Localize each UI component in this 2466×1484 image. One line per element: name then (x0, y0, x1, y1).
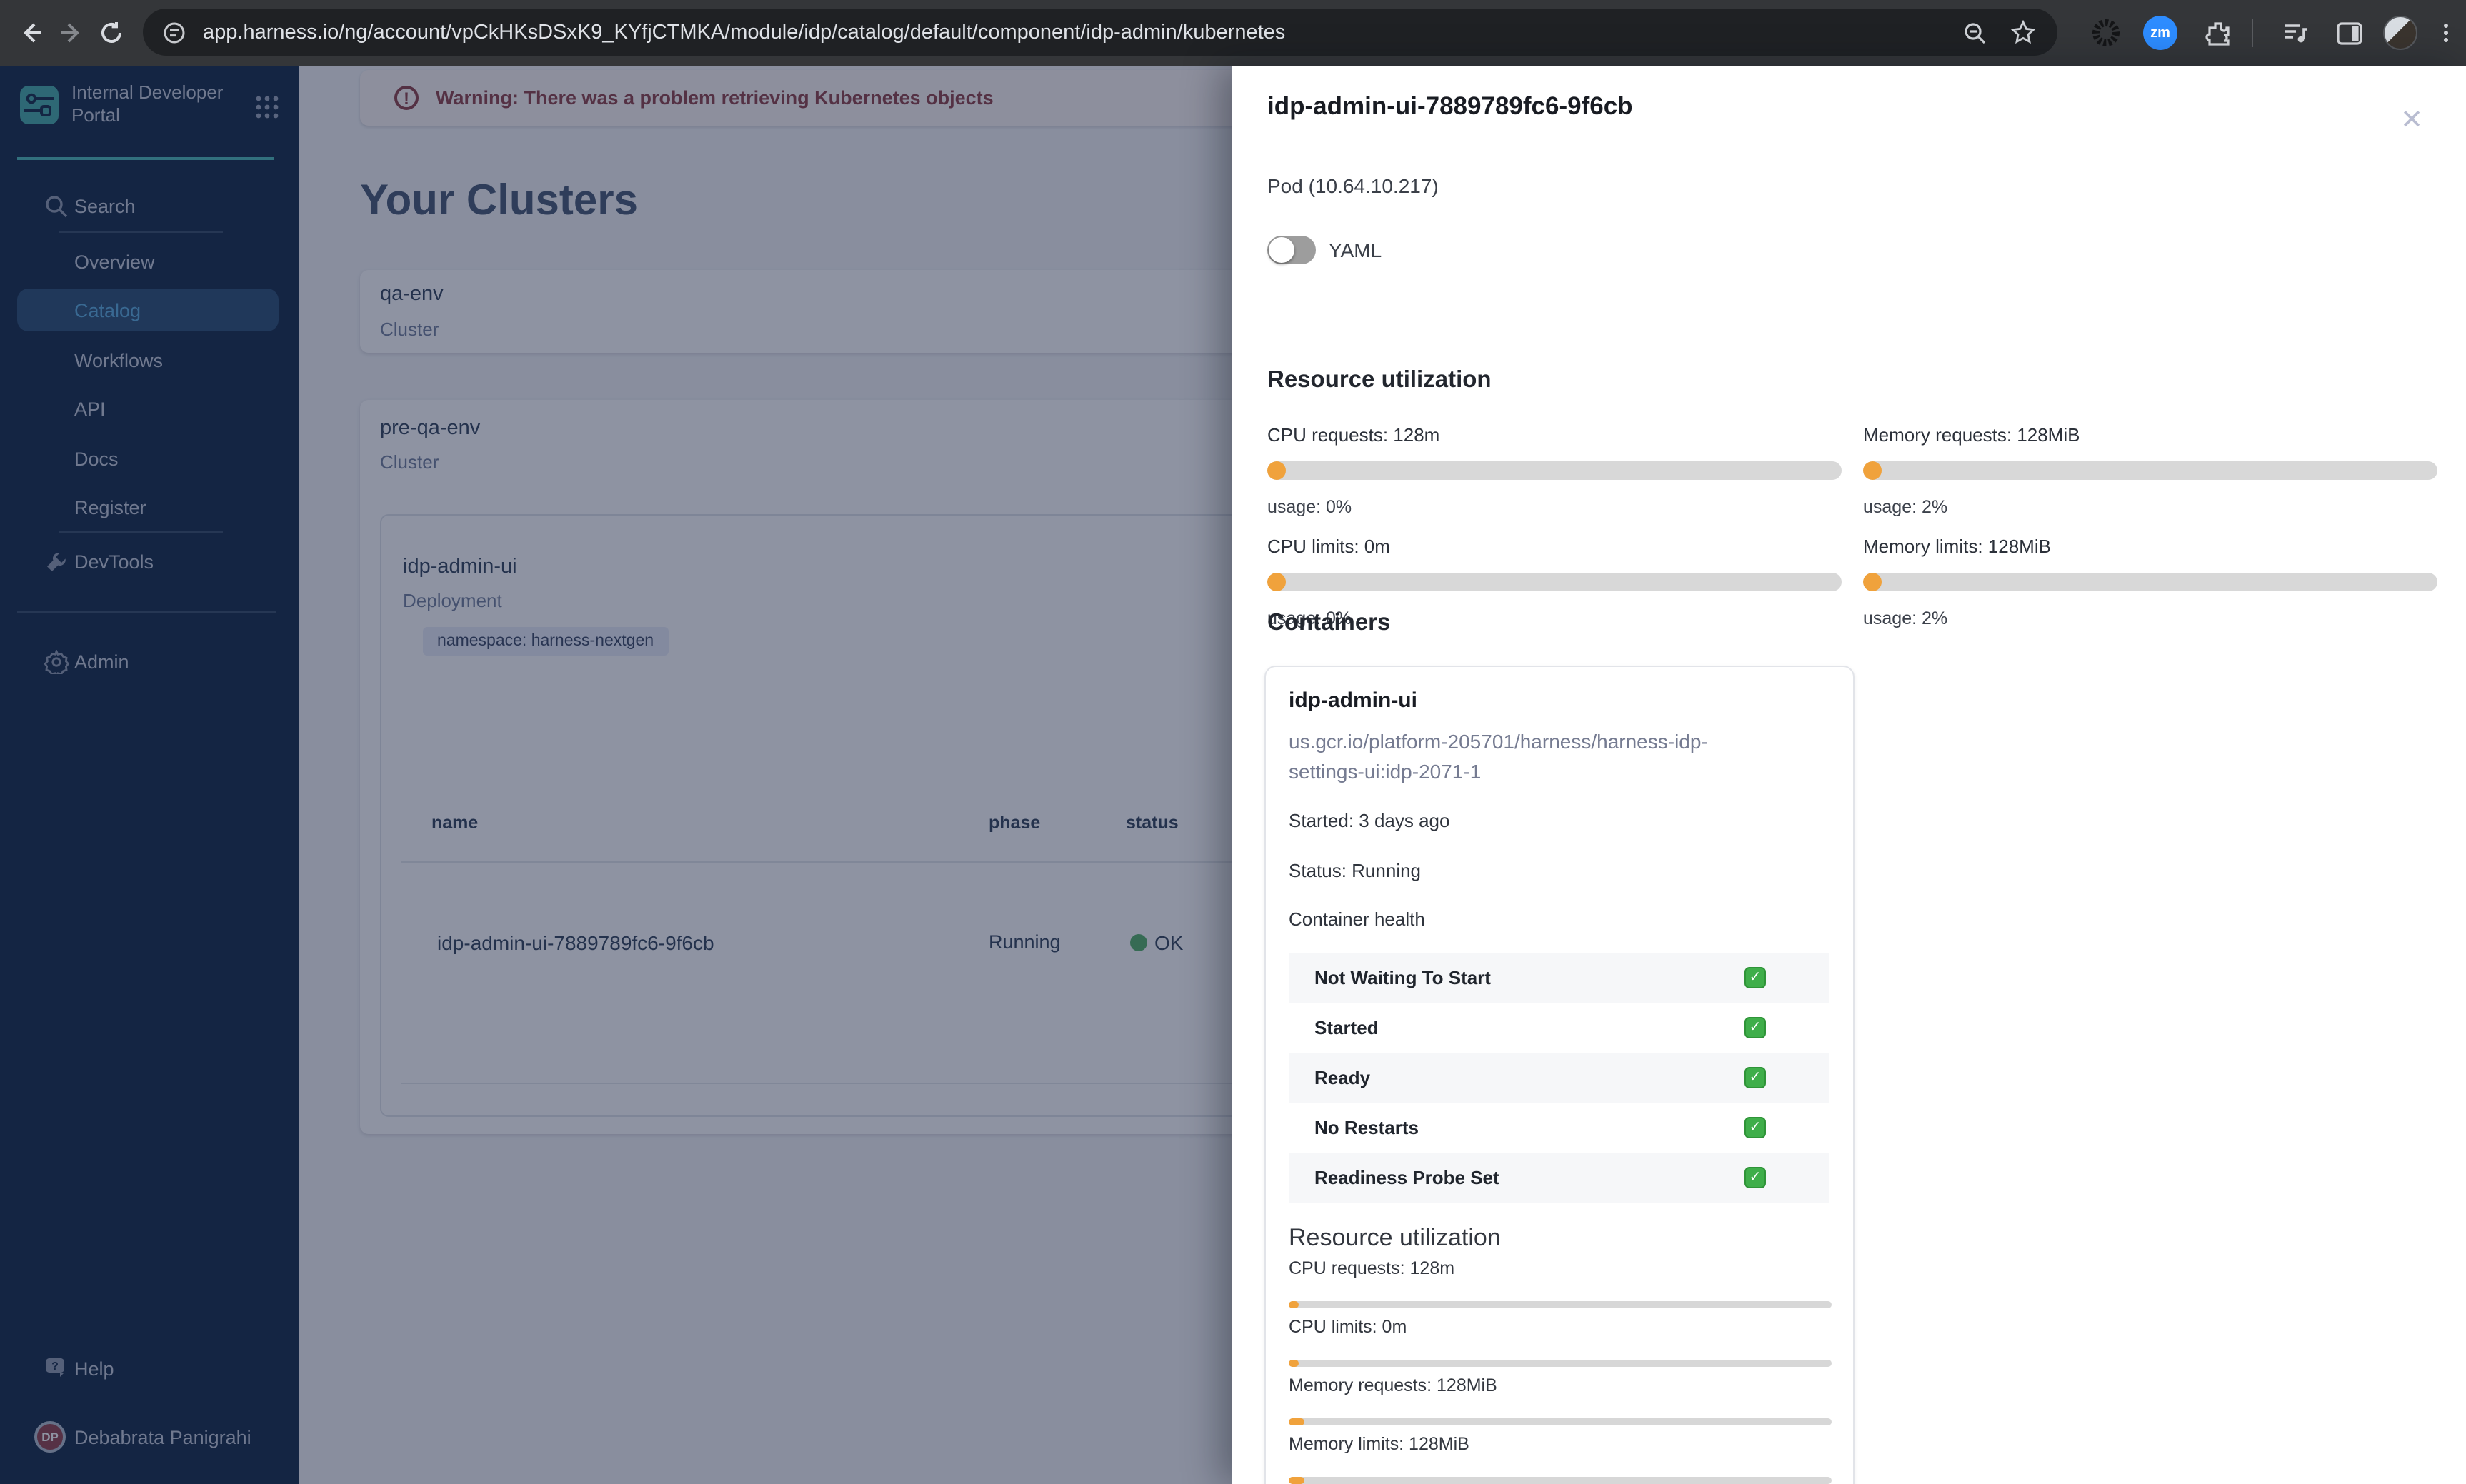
gauge-cpu-requests: CPU requests: 128m usage: 0% (1267, 424, 1842, 536)
mini-track (1289, 1418, 1832, 1425)
resource-utilization-heading: Resource utilization (1267, 367, 1492, 393)
mini-fill (1289, 1360, 1299, 1367)
address-bar[interactable]: app.harness.io/ng/account/vpCkHKsDSxK9_K… (143, 9, 2057, 56)
page: Internal Developer Portal Search Overvie… (0, 66, 2466, 1484)
mini-fill (1289, 1301, 1299, 1308)
check-icon: ✓ (1744, 1067, 1766, 1088)
health-row: Started ✓ (1289, 1003, 1829, 1053)
browser-profile-avatar[interactable] (2383, 16, 2417, 50)
container-resource-bars: CPU requests: 128m CPU limits: 0m Memory… (1289, 1258, 1832, 1484)
check-icon: ✓ (1744, 1167, 1766, 1188)
mini-gauge-memory-limits: Memory limits: 128MiB (1289, 1434, 1832, 1484)
gauge-track (1863, 461, 2437, 480)
screen: app.harness.io/ng/account/vpCkHKsDSxK9_K… (0, 0, 2466, 1484)
gauge-track (1267, 461, 1842, 480)
drawer-title: idp-admin-ui-7889789fc6-9f6cb (1267, 91, 1633, 120)
yaml-toggle[interactable] (1267, 236, 1316, 264)
extension-spinner-icon[interactable] (2089, 16, 2123, 50)
mini-fill (1289, 1477, 1305, 1484)
gauge-fill (1863, 573, 1882, 591)
pod-subtitle: Pod (10.64.10.217) (1267, 174, 1439, 197)
gauge-fill (1267, 461, 1286, 480)
bookmark-star-icon[interactable] (2006, 16, 2040, 50)
pod-details-drawer: idp-admin-ui-7889789fc6-9f6cb ✕ Pod (10.… (1232, 66, 2466, 1484)
reload-icon[interactable] (94, 16, 129, 50)
forward-icon[interactable] (54, 16, 89, 50)
mini-gauge-cpu-limits: CPU limits: 0m (1289, 1317, 1832, 1367)
gauge-track (1267, 573, 1842, 591)
yaml-toggle-label: YAML (1329, 239, 1382, 261)
gauge-track (1863, 573, 2437, 591)
toolbar-separator (2252, 19, 2253, 47)
health-row: Ready ✓ (1289, 1053, 1829, 1103)
resource-gauges: CPU requests: 128m usage: 0% Memory requ… (1267, 424, 2437, 647)
url-text[interactable]: app.harness.io/ng/account/vpCkHKsDSxK9_K… (203, 21, 1285, 44)
health-row: Not Waiting To Start ✓ (1289, 953, 1829, 1003)
gauge-memory-requests: Memory requests: 128MiB usage: 2% (1863, 424, 2437, 536)
container-health-heading: Container health (1289, 908, 1425, 930)
side-panel-icon[interactable] (2332, 16, 2366, 50)
container-health-list: Not Waiting To Start ✓ Started ✓ Ready ✓… (1289, 953, 1829, 1203)
health-row: Readiness Probe Set ✓ (1289, 1153, 1829, 1203)
gauge-memory-limits: Memory limits: 128MiB usage: 2% (1863, 536, 2437, 647)
browser-toolbar: app.harness.io/ng/account/vpCkHKsDSxK9_K… (0, 0, 2466, 66)
container-name: idp-admin-ui (1289, 688, 1417, 713)
container-started: Started: 3 days ago (1289, 810, 1450, 831)
yaml-toggle-knob (1269, 237, 1294, 263)
container-card: idp-admin-ui us.gcr.io/platform-205701/h… (1264, 666, 1855, 1484)
mini-track (1289, 1301, 1832, 1308)
extensions-puzzle-icon[interactable] (2200, 16, 2235, 50)
back-icon[interactable] (14, 16, 49, 50)
mini-gauge-cpu-requests: CPU requests: 128m (1289, 1258, 1832, 1308)
check-icon: ✓ (1744, 967, 1766, 988)
media-controls-icon[interactable] (2277, 16, 2312, 50)
mini-gauge-memory-requests: Memory requests: 128MiB (1289, 1375, 1832, 1425)
check-icon: ✓ (1744, 1017, 1766, 1038)
zoom-app-badge: zm (2143, 16, 2177, 50)
mini-track (1289, 1360, 1832, 1367)
container-resource-heading: Resource utilization (1289, 1224, 1501, 1251)
mini-track (1289, 1477, 1832, 1484)
containers-heading: Containers (1267, 610, 1391, 636)
mini-fill (1289, 1418, 1305, 1425)
gauge-fill (1863, 461, 1882, 480)
site-settings-icon[interactable] (163, 21, 186, 44)
health-row: No Restarts ✓ (1289, 1103, 1829, 1153)
zoom-app-icon[interactable]: zm (2143, 16, 2177, 50)
container-image-link[interactable]: us.gcr.io/platform-205701/harness/harnes… (1289, 727, 1769, 787)
close-icon[interactable]: ✕ (2392, 100, 2432, 140)
check-icon: ✓ (1744, 1117, 1766, 1138)
container-status: Status: Running (1289, 860, 1422, 881)
zoom-page-icon[interactable] (1957, 16, 1992, 50)
browser-menu-icon[interactable] (2429, 16, 2463, 50)
gauge-fill (1267, 573, 1286, 591)
